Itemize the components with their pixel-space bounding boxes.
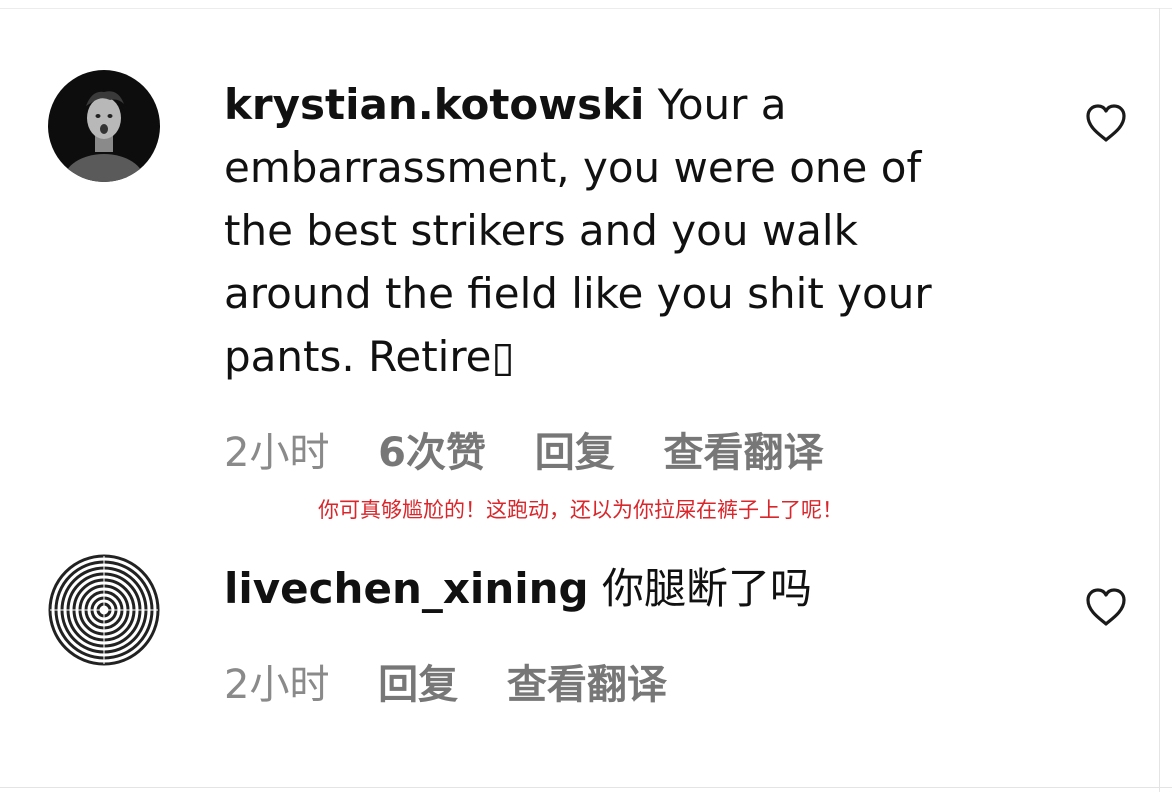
right-divider bbox=[1159, 8, 1160, 792]
comment-username[interactable]: krystian.kotowski bbox=[224, 80, 644, 129]
top-divider bbox=[0, 8, 1172, 9]
comment-text-line: embarrassment, you were one of bbox=[224, 143, 922, 192]
see-translation-button[interactable]: 查看翻译 bbox=[507, 662, 667, 708]
avatar-spiral bbox=[48, 554, 160, 666]
comment-text-line: around the field like you shit your bbox=[224, 269, 932, 318]
comment-meta: 2小时 回复 查看翻译 bbox=[224, 652, 703, 710]
avatar[interactable] bbox=[48, 554, 160, 666]
comment-text: 你腿断了吗 bbox=[601, 564, 812, 613]
heart-outline-icon[interactable] bbox=[1084, 587, 1128, 627]
comment-text-line: Your a bbox=[657, 80, 787, 129]
avatar-photo bbox=[48, 70, 160, 182]
reply-button[interactable]: 回复 bbox=[535, 430, 615, 476]
heart-outline-icon[interactable] bbox=[1084, 103, 1128, 143]
comment-time: 2小时 bbox=[224, 662, 330, 708]
comment-body: krystian.kotowski Your a embarrassment, … bbox=[224, 73, 932, 388]
comment-time: 2小时 bbox=[224, 430, 330, 476]
comment-username[interactable]: livechen_xining bbox=[224, 564, 589, 613]
comment-text-line: the best strikers and you walk bbox=[224, 206, 858, 255]
red-annotation: 你可真够尴尬的！这跑动，还以为你拉屎在裤子上了呢！ bbox=[318, 498, 843, 522]
likes-count[interactable]: 6次赞 bbox=[378, 430, 486, 476]
comment-text-line: pants. Retire▯ bbox=[224, 332, 515, 381]
see-translation-button[interactable]: 查看翻译 bbox=[663, 430, 823, 476]
comment-body: livechen_xining 你腿断了吗 bbox=[224, 557, 812, 620]
reply-button[interactable]: 回复 bbox=[378, 662, 458, 708]
bottom-divider bbox=[0, 787, 1172, 788]
comment-meta: 2小时 6次赞 回复 查看翻译 bbox=[224, 420, 859, 478]
avatar[interactable] bbox=[48, 70, 160, 182]
